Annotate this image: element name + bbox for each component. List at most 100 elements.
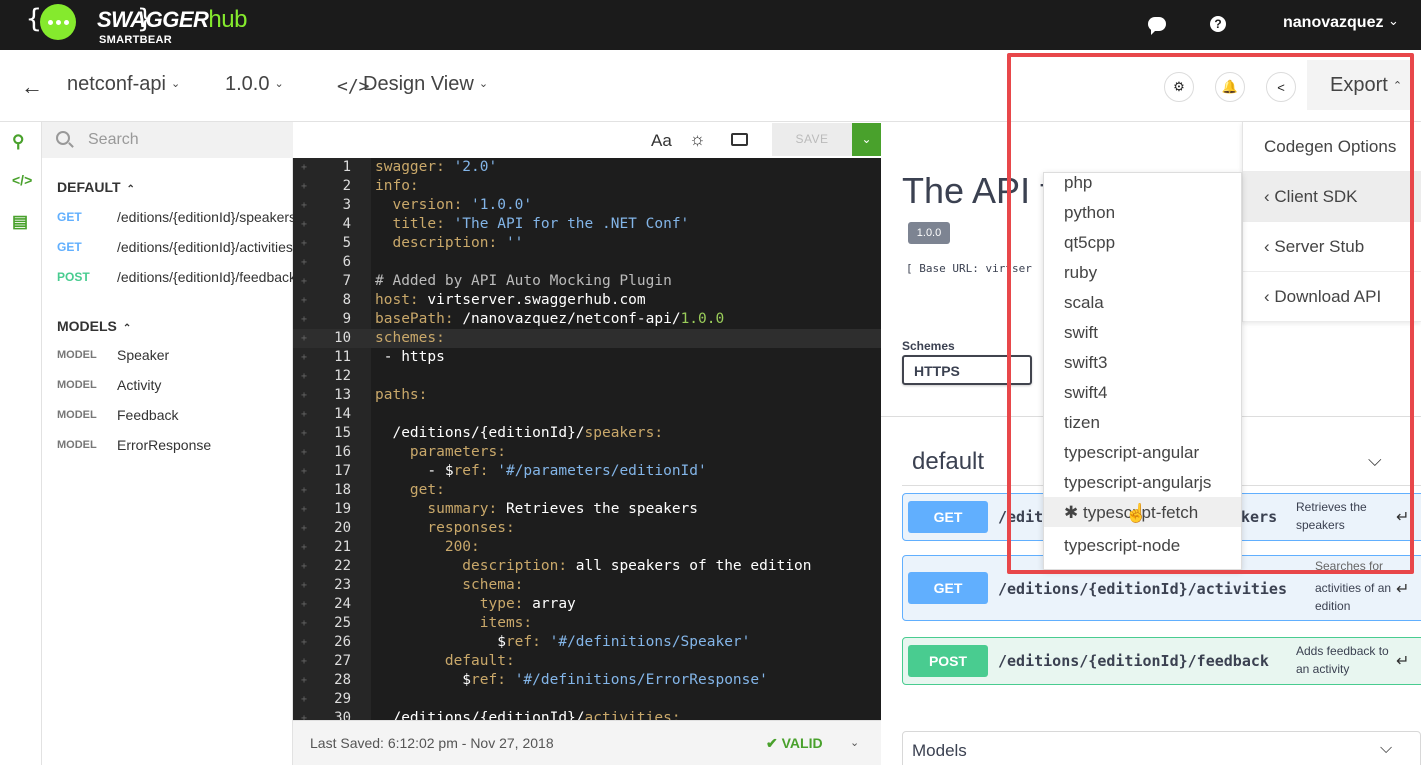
sidebar-model-activity[interactable]: Activity bbox=[117, 377, 161, 393]
chevron-down-icon[interactable]: ⌵ bbox=[1368, 450, 1382, 471]
settings-button[interactable]: ⚙ bbox=[1164, 72, 1194, 102]
notifications-button[interactable]: 🔔 bbox=[1215, 72, 1245, 102]
code-line[interactable]: +25 items: bbox=[293, 614, 881, 633]
menu-item-download-api[interactable]: ‹ Download API bbox=[1243, 272, 1421, 322]
fold-marker[interactable]: + bbox=[301, 500, 307, 519]
code-line[interactable]: +15 /editions/{editionId}/speakers: bbox=[293, 424, 881, 443]
code-line[interactable]: +11 - https bbox=[293, 348, 881, 367]
export-button[interactable]: Export ⌃ bbox=[1307, 60, 1412, 110]
lang-item-swift4[interactable]: swift4 bbox=[1064, 383, 1107, 403]
fold-marker[interactable]: + bbox=[301, 348, 307, 367]
fold-marker[interactable]: + bbox=[301, 671, 307, 690]
models-section[interactable] bbox=[902, 731, 1421, 765]
code-line[interactable]: +24 type: array bbox=[293, 595, 881, 614]
code-line[interactable]: +17 - $ref: '#/parameters/editionId' bbox=[293, 462, 881, 481]
lang-item-php[interactable]: php bbox=[1064, 173, 1092, 193]
fold-marker[interactable]: + bbox=[301, 614, 307, 633]
fold-marker[interactable]: + bbox=[301, 329, 307, 348]
tag-title[interactable]: default bbox=[912, 448, 984, 476]
fold-marker[interactable]: + bbox=[301, 196, 307, 215]
lang-item-typescript-angularjs[interactable]: typescript-angularjs bbox=[1064, 473, 1211, 493]
fold-marker[interactable]: + bbox=[301, 253, 307, 272]
theme-toggle-icon[interactable]: ☼ bbox=[689, 129, 706, 150]
lang-item-tizen[interactable]: tizen bbox=[1064, 413, 1100, 433]
lang-item-python[interactable]: python bbox=[1064, 203, 1115, 223]
sidebar-op-speakers[interactable]: /editions/{editionId}/speakers bbox=[117, 209, 293, 225]
view-dropdown[interactable]: Design View ⌄ bbox=[363, 73, 488, 96]
code-line[interactable]: +7 # Added by API Auto Mocking Plugin bbox=[293, 272, 881, 291]
sidebar-model-speaker[interactable]: Speaker bbox=[117, 347, 169, 363]
save-button[interactable]: SAVE bbox=[772, 123, 852, 156]
code-line[interactable]: +6 bbox=[293, 253, 881, 272]
chevron-down-icon[interactable]: ⌄ bbox=[850, 736, 859, 749]
schemes-select[interactable]: HTTPS bbox=[902, 355, 1032, 385]
menu-item-server-stub[interactable]: ‹ Server Stub bbox=[1243, 222, 1421, 272]
fold-marker[interactable]: + bbox=[301, 405, 307, 424]
lang-item-typescript-angular[interactable]: typescript-angular bbox=[1064, 443, 1199, 463]
lang-item-ruby[interactable]: ruby bbox=[1064, 263, 1097, 283]
code-line[interactable]: +2 info: bbox=[293, 177, 881, 196]
menu-item-client-sdk[interactable]: ‹ Client SDK bbox=[1243, 172, 1421, 222]
chevron-down-icon[interactable]: ⌵ bbox=[1380, 740, 1392, 758]
code-line[interactable]: +3 version: '1.0.0' bbox=[293, 196, 881, 215]
code-line[interactable]: +18 get: bbox=[293, 481, 881, 500]
navigation-icon[interactable]: ⚲ bbox=[12, 132, 24, 152]
font-size-icon[interactable]: Aa bbox=[651, 131, 672, 151]
chevron-down-icon[interactable]: ⌄ bbox=[1388, 13, 1399, 29]
save-options-button[interactable]: ⌄ bbox=[852, 123, 881, 156]
validation-status[interactable]: ✔ VALID bbox=[766, 735, 823, 752]
code-line[interactable]: +19 summary: Retrieves the speakers bbox=[293, 500, 881, 519]
fold-marker[interactable]: + bbox=[301, 424, 307, 443]
document-icon[interactable]: ▤ bbox=[12, 212, 28, 232]
code-line[interactable]: +4 title: 'The API for the .NET Conf' bbox=[293, 215, 881, 234]
fold-marker[interactable]: + bbox=[301, 386, 307, 405]
fold-marker[interactable]: + bbox=[301, 519, 307, 538]
lang-item-scala[interactable]: scala bbox=[1064, 293, 1104, 313]
menu-item-codegen-options[interactable]: Codegen Options bbox=[1243, 122, 1421, 172]
sidebar-op-activities[interactable]: /editions/{editionId}/activities bbox=[117, 239, 293, 255]
fold-marker[interactable]: + bbox=[301, 177, 307, 196]
lang-item-qt5cpp[interactable]: qt5cpp bbox=[1064, 233, 1115, 253]
fold-marker[interactable]: + bbox=[301, 557, 307, 576]
code-line[interactable]: +9 basePath: /nanovazquez/netconf-api/1.0… bbox=[293, 310, 881, 329]
lang-item-swift3[interactable]: swift3 bbox=[1064, 353, 1107, 373]
fold-marker[interactable]: + bbox=[301, 443, 307, 462]
fold-marker[interactable]: + bbox=[301, 538, 307, 557]
fold-marker[interactable]: + bbox=[301, 652, 307, 671]
code-line[interactable]: +22 description: all speakers of the edi… bbox=[293, 557, 881, 576]
fold-marker[interactable]: + bbox=[301, 690, 307, 709]
code-lines[interactable]: +1 swagger: '2.0' +2 info: +3 version: '1.0.… bbox=[293, 158, 881, 720]
fold-marker[interactable]: + bbox=[301, 215, 307, 234]
user-menu[interactable]: nanovazquez bbox=[1283, 14, 1383, 32]
sidebar-model-feedback[interactable]: Feedback bbox=[117, 407, 178, 423]
help-icon[interactable]: ? bbox=[1210, 16, 1226, 32]
fold-marker[interactable]: + bbox=[301, 310, 307, 329]
sidebar-model-errorresponse[interactable]: ErrorResponse bbox=[117, 437, 211, 453]
logo-icon[interactable] bbox=[40, 4, 76, 40]
comment-icon[interactable] bbox=[731, 133, 748, 146]
code-line[interactable]: +12 bbox=[293, 367, 881, 386]
fold-marker[interactable]: + bbox=[301, 709, 307, 720]
fold-marker[interactable]: + bbox=[301, 595, 307, 614]
fold-marker[interactable]: + bbox=[301, 367, 307, 386]
code-line[interactable]: +16 parameters: bbox=[293, 443, 881, 462]
code-line[interactable]: +27 default: bbox=[293, 652, 881, 671]
back-arrow-icon[interactable]: ← bbox=[21, 74, 43, 100]
code-editor-icon[interactable]: </> bbox=[12, 172, 32, 188]
fold-marker[interactable]: + bbox=[301, 291, 307, 310]
code-line[interactable]: +10 schemes: bbox=[293, 329, 881, 348]
code-line[interactable]: +28 $ref: '#/definitions/ErrorResponse' bbox=[293, 671, 881, 690]
code-line[interactable]: +29 bbox=[293, 690, 881, 709]
fold-marker[interactable]: + bbox=[301, 576, 307, 595]
code-line[interactable]: +8 host: virtserver.swaggerhub.com bbox=[293, 291, 881, 310]
code-line[interactable]: +14 bbox=[293, 405, 881, 424]
sidebar-op-feedback[interactable]: /editions/{editionId}/feedback bbox=[117, 269, 293, 285]
code-line[interactable]: +1 swagger: '2.0' bbox=[293, 158, 881, 177]
code-line[interactable]: +21 200: bbox=[293, 538, 881, 557]
fold-marker[interactable]: + bbox=[301, 234, 307, 253]
lang-item-swift[interactable]: swift bbox=[1064, 323, 1098, 343]
search-input[interactable] bbox=[88, 129, 283, 151]
code-line[interactable]: +26 $ref: '#/definitions/Speaker' bbox=[293, 633, 881, 652]
code-line[interactable]: +20 responses: bbox=[293, 519, 881, 538]
fold-marker[interactable]: + bbox=[301, 481, 307, 500]
